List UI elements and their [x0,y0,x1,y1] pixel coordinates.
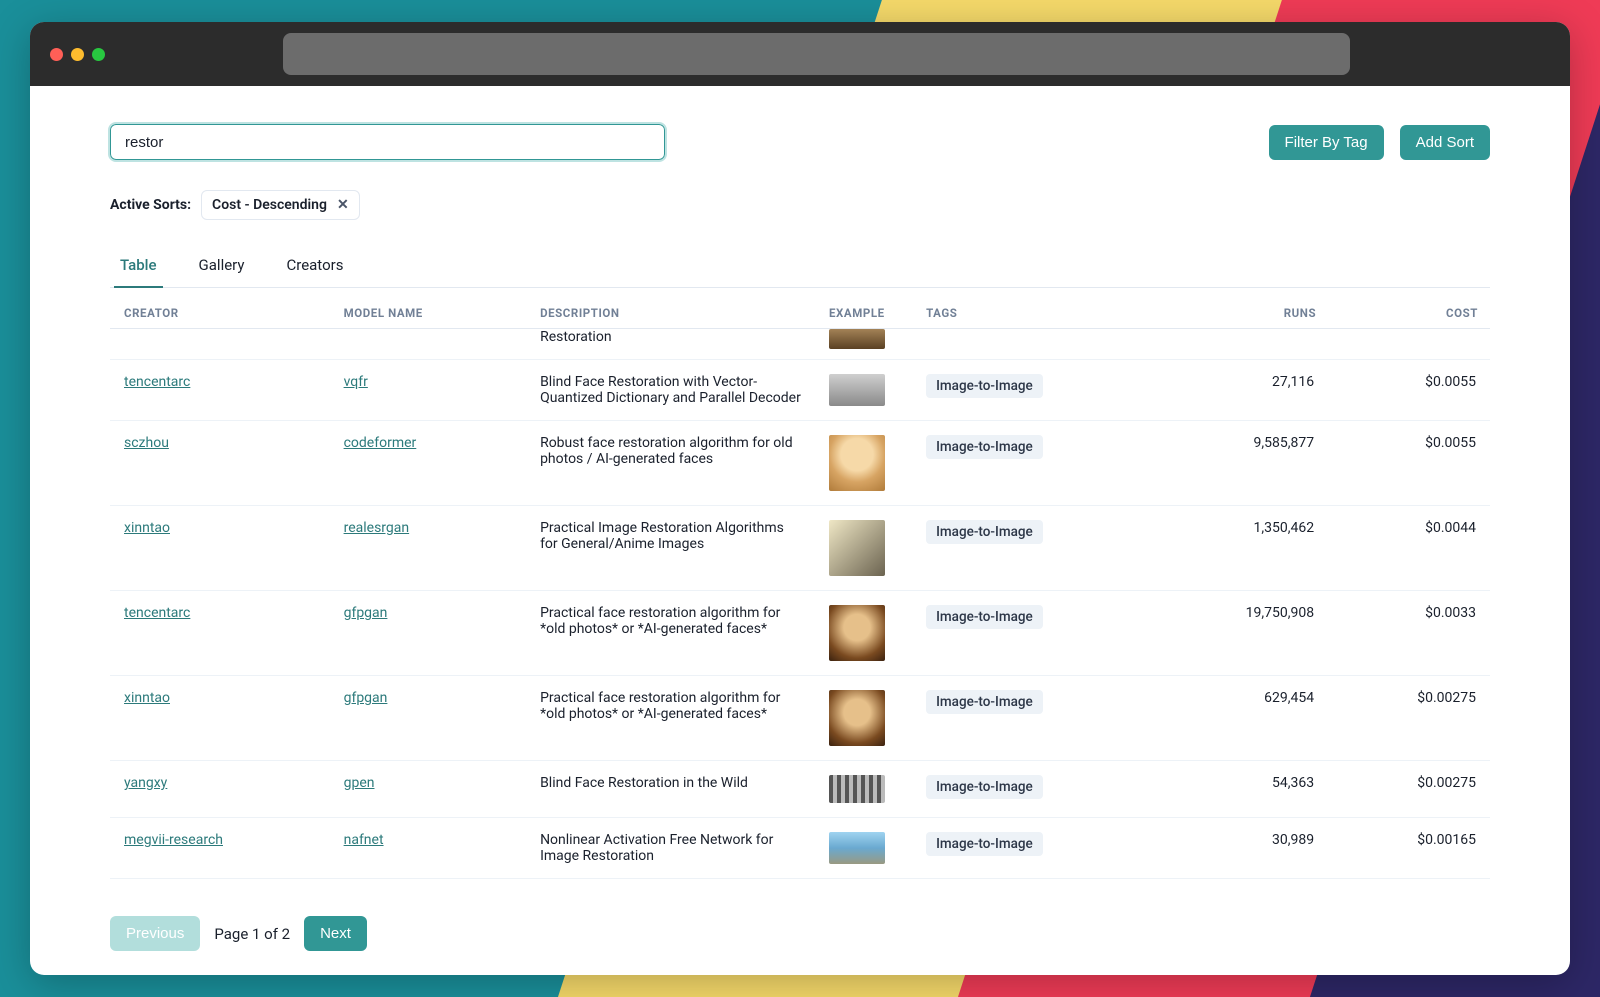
cell-description: Nonlinear Activation Free Network for Im… [526,818,815,879]
cell-runs: 9,585,877 [1155,421,1328,506]
cell-description: Blind Face Restoration with Vector-Quant… [526,360,815,421]
table-row: megvii-research nafnet Nonlinear Activatio… [110,818,1490,879]
search-input[interactable] [110,124,665,160]
creator-link[interactable]: xinntao [124,520,170,536]
col-example[interactable]: EXAMPLE [815,288,912,329]
url-bar[interactable] [283,33,1350,75]
col-creator[interactable]: CREATOR [110,288,330,329]
cell-cost: $0.00275 [1328,761,1490,818]
cell-runs: 1,350,462 [1155,506,1328,591]
creator-link[interactable]: megvii-research [124,832,223,848]
table-row: yangxy gpen Blind Face Restoration in the … [110,761,1490,818]
cell-description: Practical Image Restoration Algorithms f… [526,506,815,591]
creator-link[interactable]: sczhou [124,435,169,451]
tag-chip[interactable]: Image-to-Image [926,435,1043,459]
filter-by-tag-button[interactable]: Filter By Tag [1269,125,1384,160]
cell-cost: $0.0055 [1328,421,1490,506]
model-link[interactable]: codeformer [344,435,417,451]
cell-runs: 629,454 [1155,676,1328,761]
table-row: xinntao gfpgan Practical face restoration … [110,676,1490,761]
add-sort-button[interactable]: Add Sort [1400,125,1490,160]
model-link[interactable]: realesrgan [344,520,410,536]
tag-chip[interactable]: Image-to-Image [926,520,1043,544]
window-close-icon[interactable] [50,48,63,61]
example-thumbnail[interactable] [829,832,885,864]
model-link[interactable]: gpen [344,775,375,791]
example-thumbnail[interactable] [829,690,885,746]
window-zoom-icon[interactable] [92,48,105,61]
creator-link[interactable]: xinntao [124,690,170,706]
tab-gallery[interactable]: Gallery [193,248,251,288]
cell-cost: $0.0044 [1328,506,1490,591]
table-row: sczhou codeformer Robust face restoration … [110,421,1490,506]
cell-cost: $0.0055 [1328,360,1490,421]
active-sorts-label: Active Sorts: [110,197,191,213]
page-content: Filter By Tag Add Sort Active Sorts: Cos… [30,86,1570,975]
cell-runs: 27,116 [1155,360,1328,421]
tab-table[interactable]: Table [114,248,163,288]
example-thumbnail[interactable] [829,605,885,661]
tag-chip[interactable]: Image-to-Image [926,775,1043,799]
table-row: Restoration [110,329,1490,360]
browser-window: Filter By Tag Add Sort Active Sorts: Cos… [30,22,1570,975]
results-table-scroll[interactable]: CREATOR MODEL NAME DESCRIPTION EXAMPLE T… [110,288,1490,900]
window-titlebar [30,22,1570,86]
model-link[interactable]: vqfr [344,374,368,390]
cell-cost: $0.0033 [1328,591,1490,676]
col-cost[interactable]: COST [1328,288,1490,329]
cell-description: Practical face restoration algorithm for… [526,591,815,676]
cell-description: Robust face restoration algorithm for ol… [526,421,815,506]
previous-button: Previous [110,916,200,951]
example-thumbnail[interactable] [829,374,885,406]
tag-chip[interactable]: Image-to-Image [926,832,1043,856]
table-row: tencentarc vqfr Blind Face Restoration wit… [110,360,1490,421]
cell-cost: $0.00165 [1328,818,1490,879]
sort-chip: Cost - Descending ✕ [201,190,360,220]
sort-chip-label: Cost - Descending [212,197,327,213]
cell-cost: $0.00275 [1328,676,1490,761]
example-thumbnail[interactable] [829,775,885,803]
next-button[interactable]: Next [304,916,367,951]
cell-description: Practical face restoration algorithm for… [526,676,815,761]
table-row: xinntao realesrgan Practical Image Restora… [110,506,1490,591]
tab-creators[interactable]: Creators [280,248,349,288]
model-link[interactable]: gfpgan [344,605,388,621]
cell-runs: 19,750,908 [1155,591,1328,676]
example-thumbnail[interactable] [829,520,885,576]
results-table: CREATOR MODEL NAME DESCRIPTION EXAMPLE T… [110,288,1490,879]
cell-description: Restoration [526,329,815,360]
cell-description: Blind Face Restoration in the Wild [526,761,815,818]
col-runs[interactable]: RUNS [1155,288,1328,329]
creator-link[interactable]: yangxy [124,775,167,791]
cell-runs: 54,363 [1155,761,1328,818]
view-tabs: Table Gallery Creators [110,248,1490,288]
model-link[interactable]: nafnet [344,832,384,848]
tag-chip[interactable]: Image-to-Image [926,605,1043,629]
col-tags[interactable]: TAGS [912,288,1155,329]
model-link[interactable]: gfpgan [344,690,388,706]
remove-sort-icon[interactable]: ✕ [337,198,349,212]
col-description[interactable]: DESCRIPTION [526,288,815,329]
example-thumbnail[interactable] [829,435,885,491]
creator-link[interactable]: tencentarc [124,605,190,621]
creator-link[interactable]: tencentarc [124,374,190,390]
table-row: tencentarc gfpgan Practical face restorati… [110,591,1490,676]
tag-chip[interactable]: Image-to-Image [926,690,1043,714]
window-minimize-icon[interactable] [71,48,84,61]
page-info: Page 1 of 2 [214,925,290,943]
example-thumbnail[interactable] [829,329,885,349]
tag-chip[interactable]: Image-to-Image [926,374,1043,398]
col-model[interactable]: MODEL NAME [330,288,526,329]
cell-runs: 30,989 [1155,818,1328,879]
